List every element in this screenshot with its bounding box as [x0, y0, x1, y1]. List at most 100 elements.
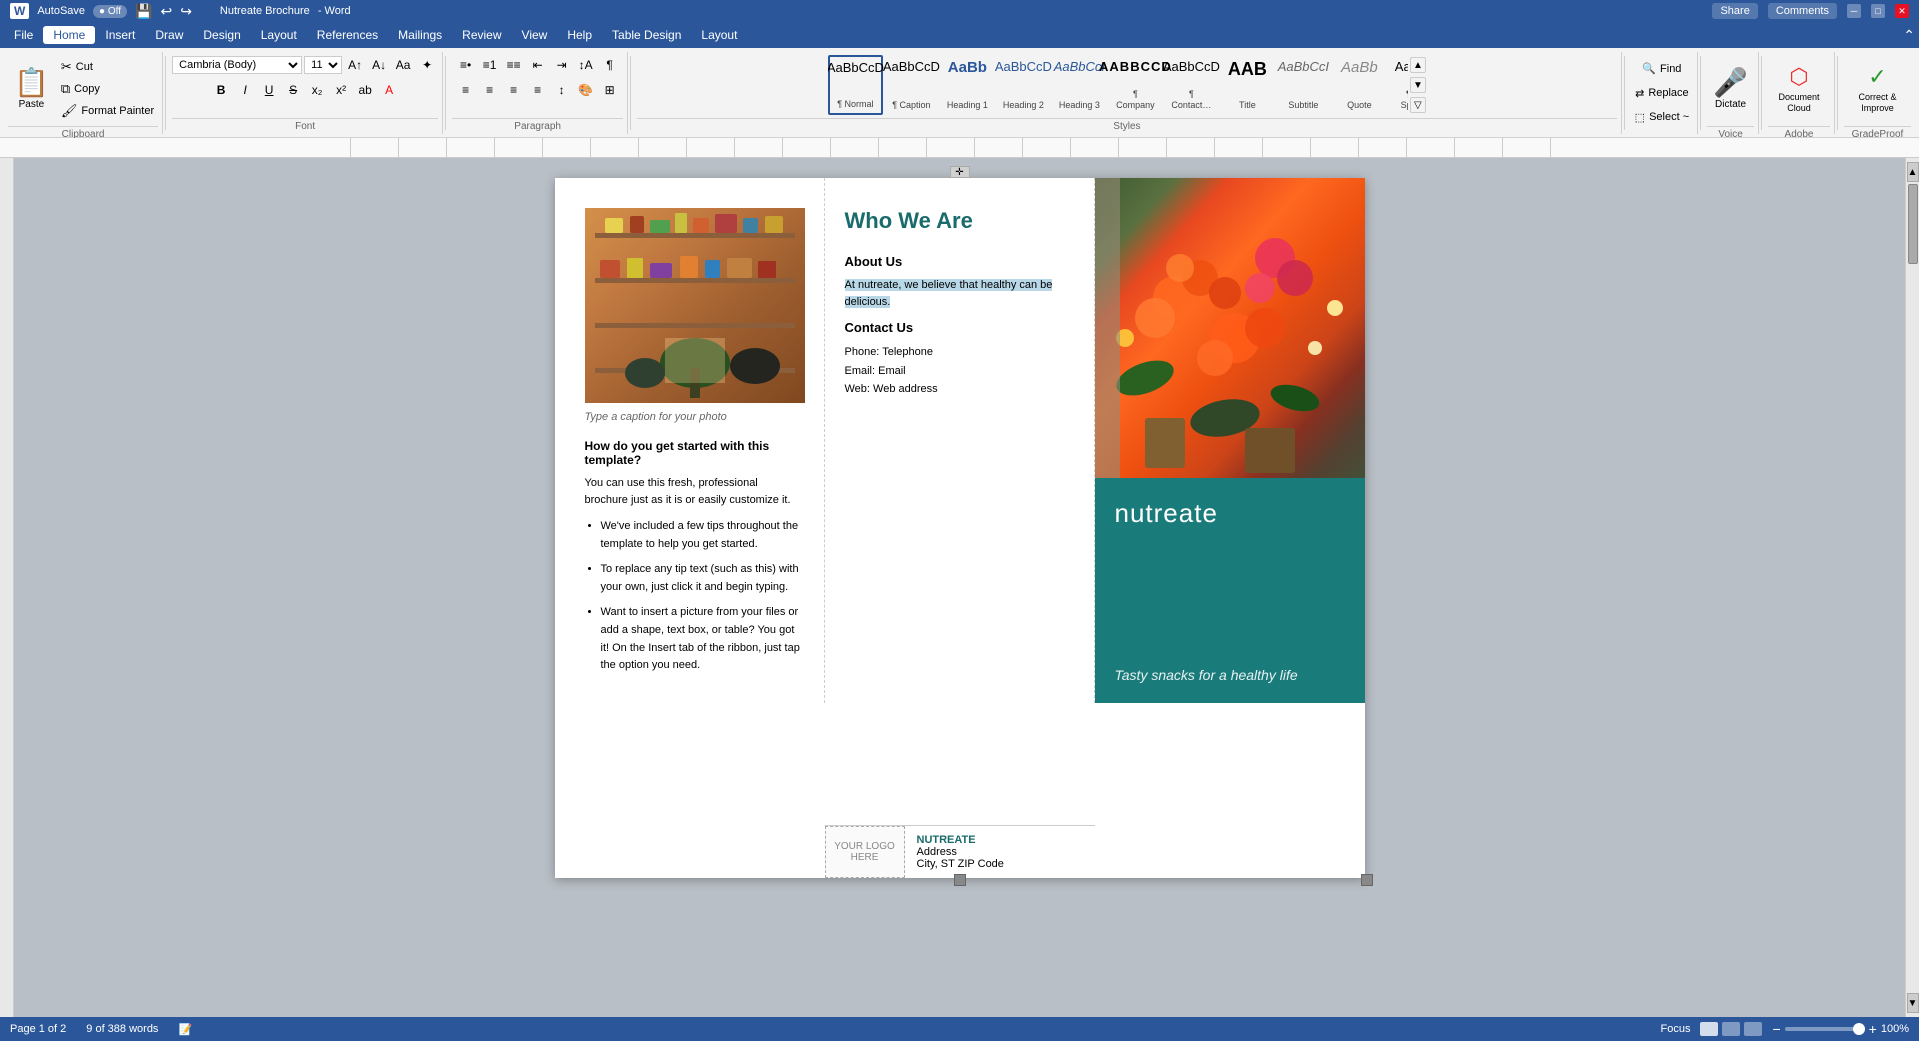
decrease-indent-button[interactable]: ⇤ [527, 54, 549, 76]
show-formatting-button[interactable]: ¶ [599, 54, 621, 76]
text-highlight-button[interactable]: ab [354, 79, 376, 101]
replace-button[interactable]: ⇄ Replace [1631, 86, 1693, 101]
quick-access-undo[interactable]: ↩ [160, 3, 172, 20]
menu-item-file[interactable]: File [4, 26, 43, 44]
voice-group: 🎤 Dictate Voice [1703, 52, 1759, 134]
ribbon-collapse-btn[interactable]: ⌃ [1903, 27, 1915, 44]
scroll-down-button[interactable]: ▼ [1907, 993, 1919, 1013]
styles-scroll: AaBbCcD ¶ Normal AaBbCcD ¶ Caption AaBb … [828, 55, 1408, 115]
align-right-button[interactable]: ≡ [503, 79, 525, 101]
quick-access-save[interactable]: 💾 [135, 3, 152, 20]
correct-improve-button[interactable]: ✓ Correct & Improve [1844, 54, 1911, 124]
strikethrough-button[interactable]: S [282, 79, 304, 101]
zoom-in-button[interactable]: + [1869, 1021, 1877, 1037]
change-case-button[interactable]: Aa [392, 54, 414, 76]
select-button[interactable]: ⬚ Select ~ [1631, 110, 1693, 125]
shading-button[interactable]: 🎨 [575, 79, 597, 101]
share-btn[interactable]: Share [1712, 3, 1757, 19]
bold-button[interactable]: B [210, 79, 232, 101]
adobe-group: ⬡ Document Cloud Adobe [1764, 52, 1835, 134]
table-move-handle[interactable]: ✛ [950, 166, 970, 178]
menu-item-layout[interactable]: Layout [251, 26, 307, 44]
web-layout-button[interactable] [1722, 1022, 1740, 1036]
menu-item-references[interactable]: References [307, 26, 388, 44]
bullet-list-button[interactable]: ≡• [455, 54, 477, 76]
styles-scroll-down[interactable]: ▼ [1410, 77, 1426, 93]
font-family-select[interactable]: Cambria (Body) [172, 56, 302, 74]
zoom-slider[interactable] [1785, 1027, 1865, 1031]
menu-item-table-design[interactable]: Table Design [602, 26, 691, 44]
read-mode-button[interactable] [1744, 1022, 1762, 1036]
print-layout-button[interactable] [1700, 1022, 1718, 1036]
subscript-button[interactable]: x₂ [306, 79, 328, 101]
line-spacing-button[interactable]: ↕ [551, 79, 573, 101]
autosave-toggle[interactable]: ● Off [93, 5, 127, 18]
increase-indent-button[interactable]: ⇥ [551, 54, 573, 76]
document-cloud-button[interactable]: ⬡ Document Cloud [1768, 54, 1830, 124]
copy-button[interactable]: ⧉ Copy [57, 80, 158, 98]
menu-item-design[interactable]: Design [193, 26, 250, 44]
proofing-icon[interactable]: 📝 [178, 1023, 192, 1036]
minimize-btn[interactable]: ─ [1847, 4, 1861, 18]
comments-btn[interactable]: Comments [1768, 3, 1837, 19]
styles-scroll-up[interactable]: ▲ [1410, 57, 1426, 73]
decrease-font-size-button[interactable]: A↓ [368, 54, 390, 76]
align-left-button[interactable]: ≡ [455, 79, 477, 101]
menu-item-layout2[interactable]: Layout [691, 26, 747, 44]
styles-group: AaBbCcD ¶ Normal AaBbCcD ¶ Caption AaBb … [633, 52, 1622, 134]
dictate-button[interactable]: 🎤 Dictate [1707, 54, 1754, 124]
clear-formatting-button[interactable]: ✦ [416, 54, 438, 76]
style-caption[interactable]: AaBbCcD ¶ Caption [884, 55, 939, 115]
zoom-out-button[interactable]: − [1772, 1021, 1780, 1037]
style-heading1[interactable]: AaBb Heading 1 [940, 55, 995, 115]
style-quote[interactable]: AaBb Quote [1332, 55, 1387, 115]
numbered-list-button[interactable]: ≡1 [479, 54, 501, 76]
style-heading1-preview: AaBb [948, 59, 987, 76]
about-heading: About Us [845, 254, 1074, 269]
borders-button[interactable]: ⊞ [599, 79, 621, 101]
paragraph-group: ≡• ≡1 ≡≡ ⇤ ⇥ ↕A ¶ ≡ ≡ ≡ ≡ ↕ 🎨 ⊞ [448, 52, 628, 134]
menu-item-draw[interactable]: Draw [145, 26, 193, 44]
style-title[interactable]: AAB Title [1220, 55, 1275, 115]
style-heading2[interactable]: AaBbCcD Heading 2 [996, 55, 1051, 115]
flowers-photo [1095, 178, 1365, 478]
focus-button[interactable]: Focus [1661, 1023, 1691, 1035]
menu-item-review[interactable]: Review [452, 26, 511, 44]
resize-handle[interactable] [1361, 874, 1373, 886]
italic-button[interactable]: I [234, 79, 256, 101]
multilevel-list-button[interactable]: ≡≡ [503, 54, 525, 76]
find-button[interactable]: 🔍 Find [1638, 61, 1685, 76]
font-size-select[interactable]: 11 [304, 56, 342, 74]
paste-button[interactable]: 📋 Paste [8, 54, 55, 124]
style-company[interactable]: AABBCCD ¶ Company [1108, 55, 1163, 115]
scrollbar-thumb[interactable] [1908, 184, 1918, 264]
superscript-button[interactable]: x² [330, 79, 352, 101]
menu-item-mailings[interactable]: Mailings [388, 26, 452, 44]
justify-button[interactable]: ≡ [527, 79, 549, 101]
style-contact[interactable]: AaBbCcD ¶ Contact… [1164, 55, 1219, 115]
menu-item-help[interactable]: Help [557, 26, 602, 44]
resize-handle-bottom[interactable] [954, 874, 966, 886]
cut-button[interactable]: ✂ Cut [57, 58, 158, 76]
menu-item-view[interactable]: View [512, 26, 558, 44]
increase-font-size-button[interactable]: A↑ [344, 54, 366, 76]
view-icons [1700, 1022, 1762, 1036]
styles-more[interactable]: ▽ [1410, 97, 1426, 113]
close-btn[interactable]: ✕ [1895, 4, 1909, 18]
document-area[interactable]: ✛ [14, 158, 1905, 1017]
style-normal[interactable]: AaBbCcD ¶ Normal [828, 55, 883, 115]
style-no-spacing[interactable]: AaBbC ¶ No Spac… [1388, 55, 1408, 115]
align-center-button[interactable]: ≡ [479, 79, 501, 101]
font-color-button[interactable]: A [378, 79, 400, 101]
format-painter-button[interactable]: 🖌 Format Painter [57, 102, 158, 120]
vertical-scrollbar[interactable]: ▲ ▼ [1905, 158, 1919, 1017]
scroll-up-button[interactable]: ▲ [1907, 162, 1919, 182]
style-subtitle[interactable]: AaBbCcI Subtitle [1276, 55, 1331, 115]
menu-item-insert[interactable]: Insert [95, 26, 145, 44]
sort-button[interactable]: ↕A [575, 54, 597, 76]
underline-button[interactable]: U [258, 79, 280, 101]
menu-item-home[interactable]: Home [43, 26, 95, 44]
style-caption-preview: AaBbCcD [883, 59, 940, 74]
maximize-btn[interactable]: □ [1871, 4, 1885, 18]
quick-access-redo[interactable]: ↪ [180, 3, 192, 20]
